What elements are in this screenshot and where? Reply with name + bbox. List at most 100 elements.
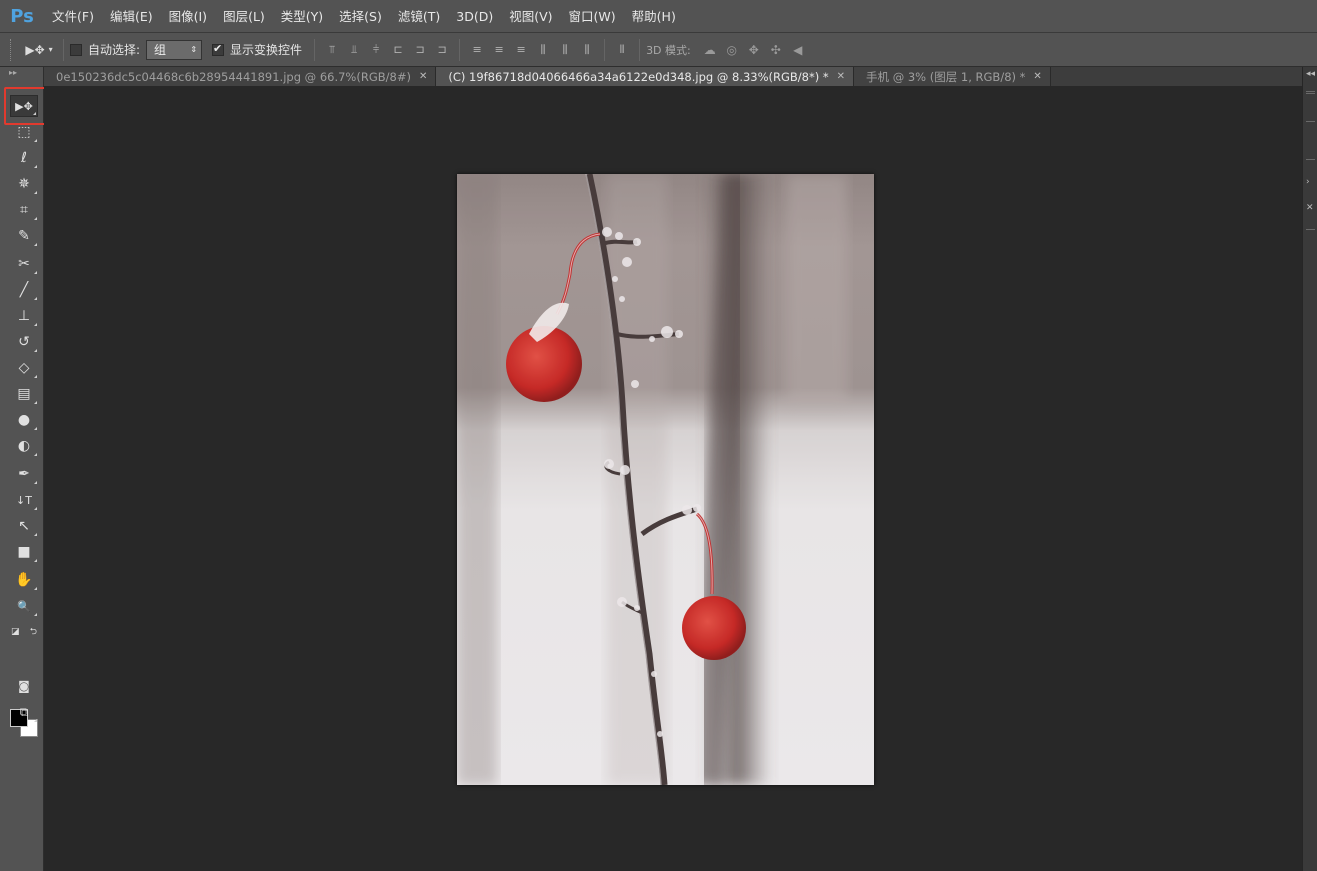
roll-3d-icon[interactable]: ◎ <box>721 39 743 61</box>
crop-tool[interactable]: ⌗ <box>10 199 38 221</box>
eyedropper-tool[interactable]: ✎ <box>10 225 38 247</box>
align-left-edges-icon[interactable]: ⊏ <box>387 39 409 61</box>
menu-item[interactable]: 3D(D) <box>448 0 501 33</box>
toolbox: ▸▸ ▶✥ ⬚ ℓ ✵ ⌗ ✎ ✂ ╱ ⊥ ↺ ◇ ▤ ● ◐ ✒ ↓T ↖ ■ ✋ 🔍 ◪ ⮌ ◙ ⧉ <box>0 67 44 871</box>
align-vertical-centers-icon[interactable]: ⫫ <box>343 39 365 61</box>
photoshop-logo: Ps <box>10 5 34 27</box>
menu-item[interactable]: 帮助(H) <box>624 0 684 33</box>
show-transform-checkbox[interactable]: 显示变换控件 <box>212 41 302 58</box>
pen-tool[interactable]: ✒ <box>10 463 38 485</box>
align-horizontal-centers-icon[interactable]: ⊐ <box>409 39 431 61</box>
close-icon[interactable]: ✕ <box>837 71 845 82</box>
panel-close-icon[interactable]: ✕ <box>1306 203 1314 213</box>
auto-select-label: 自动选择: <box>88 43 141 57</box>
eraser-tool[interactable]: ◇ <box>10 357 38 379</box>
screen-mode-button[interactable]: ⧉ <box>10 701 38 723</box>
path-selection-tool[interactable]: ↖ <box>10 515 38 537</box>
close-icon[interactable]: ✕ <box>419 71 427 82</box>
document-tab[interactable]: (C) 19f86718d04066466a34a6122e0d348.jpg … <box>436 67 855 86</box>
move-tool-icon: ▶✥ <box>25 42 45 57</box>
distribute-left-icon[interactable]: ⫼ <box>532 39 554 61</box>
rotate-3d-icon[interactable]: ☁ <box>699 39 721 61</box>
document-photo-berries[interactable] <box>457 174 874 785</box>
dock-divider <box>1306 229 1315 230</box>
dock-divider <box>1306 121 1315 122</box>
quick-mask-button[interactable]: ◙ <box>10 675 38 697</box>
rectangle-tool-icon: ■ <box>17 544 31 560</box>
close-icon[interactable]: ✕ <box>1033 71 1041 82</box>
separator <box>314 38 316 61</box>
slide-3d-icon[interactable]: ✣ <box>765 39 787 61</box>
auto-select-checkbox[interactable]: 自动选择: <box>70 41 140 58</box>
magic-wand-tool-icon: ✵ <box>18 176 30 192</box>
healing-brush-tool-icon: ✂ <box>18 256 30 272</box>
screen-mode-icon: ⧉ <box>19 704 29 719</box>
tool-preset-picker[interactable]: ▶✥ ▾ <box>21 39 57 61</box>
lasso-tool[interactable]: ℓ <box>10 147 38 169</box>
auto-select-dropdown[interactable]: 组 ⇕ <box>146 39 203 60</box>
auto-align-icon[interactable]: ⫴ <box>611 39 633 61</box>
panel-arrow-icon[interactable]: › <box>1306 177 1310 187</box>
photo-image <box>457 174 874 785</box>
align-right-edges-icon[interactable]: ⊐ <box>431 39 453 61</box>
eraser-tool-icon: ◇ <box>18 360 30 376</box>
right-panel-dock[interactable]: ◂◂ › ✕ <box>1302 67 1317 871</box>
menu-item[interactable]: 图像(I) <box>161 0 215 33</box>
distribute-top-icon[interactable]: ≡ <box>466 39 488 61</box>
options-grip[interactable] <box>10 38 13 61</box>
brush-tool-icon: ╱ <box>19 282 29 298</box>
distribute-vcenter-icon[interactable]: ≡ <box>488 39 510 61</box>
dodge-tool[interactable]: ◐ <box>10 435 38 457</box>
align-bottom-edges-icon[interactable]: ⫩ <box>365 39 387 61</box>
tab-title: (C) 19f86718d04066466a34a6122e0d348.jpg … <box>448 69 829 84</box>
clone-stamp-tool[interactable]: ⊥ <box>10 305 38 327</box>
drag-3d-icon[interactable]: ✥ <box>743 39 765 61</box>
distribute-right-icon[interactable]: ⫼ <box>576 39 598 61</box>
distribute-bottom-icon[interactable]: ≡ <box>510 39 532 61</box>
zoom-tool-icon: 🔍 <box>17 599 31 613</box>
options-bar: ▶✥ ▾ 自动选择: 组 ⇕ 显示变换控件 ⫪⫫⫩⊏⊐⊐ ≡≡≡⫼⫼⫼ ⫴ 3D… <box>0 33 1317 67</box>
healing-brush-tool[interactable]: ✂ <box>10 253 38 275</box>
marquee-tool-icon: ⬚ <box>17 124 31 140</box>
menu-item[interactable]: 滤镜(T) <box>390 0 448 33</box>
clone-stamp-tool-icon: ⊥ <box>17 308 31 324</box>
dock-collapse-icon[interactable]: ◂◂ <box>1306 69 1315 79</box>
dock-grip <box>1306 93 1315 94</box>
pen-tool-icon: ✒ <box>18 466 30 482</box>
menu-item[interactable]: 视图(V) <box>501 0 560 33</box>
menu-item[interactable]: 图层(L) <box>215 0 273 33</box>
chevron-down-icon: ▾ <box>48 45 53 54</box>
brush-tool[interactable]: ╱ <box>10 279 38 301</box>
gradient-tool[interactable]: ▤ <box>10 383 38 405</box>
auto-select-value: 组 <box>154 43 167 57</box>
dock-divider <box>1306 159 1315 160</box>
document-tab[interactable]: 手机 @ 3% (图层 1, RGB/8) * ✕ <box>854 67 1051 86</box>
align-top-edges-icon[interactable]: ⫪ <box>321 39 343 61</box>
menu-item[interactable]: 文件(F) <box>44 0 102 33</box>
menu-item[interactable]: 类型(Y) <box>273 0 331 33</box>
updown-icon: ⇕ <box>190 45 198 54</box>
tab-title: 0e150236dc5c04468c6b28954441891.jpg @ 66… <box>56 69 411 84</box>
menu-item[interactable]: 窗口(W) <box>561 0 624 33</box>
toolbox-collapse-icon[interactable]: ▸▸ <box>0 67 43 79</box>
type-tool-icon: ↓T <box>16 493 32 507</box>
default-colors-icon[interactable]: ◪ <box>11 627 20 637</box>
distribute-hcenter-icon[interactable]: ⫼ <box>554 39 576 61</box>
blur-tool[interactable]: ● <box>10 409 38 431</box>
scale-3d-icon[interactable]: ◀ <box>787 39 809 61</box>
magic-wand-tool[interactable]: ✵ <box>10 173 38 195</box>
document-tab[interactable]: 0e150236dc5c04468c6b28954441891.jpg @ 66… <box>44 67 437 86</box>
menu-item[interactable]: 编辑(E) <box>102 0 161 33</box>
menu-items: 文件(F) 编辑(E) 图像(I) 图层(L) 类型(Y) 选择(S) 滤镜(T) 3D(D)… <box>44 0 684 33</box>
history-brush-tool[interactable]: ↺ <box>10 331 38 353</box>
auto-select-check-icon[interactable] <box>70 43 82 56</box>
show-transform-check-icon[interactable] <box>212 42 225 56</box>
rectangle-tool[interactable]: ■ <box>10 541 38 563</box>
mode3d-group: ☁ ◎ ✥ ✣ ◀ <box>699 39 809 61</box>
hand-tool[interactable]: ✋ <box>10 569 38 591</box>
eyedropper-tool-icon: ✎ <box>18 228 30 244</box>
zoom-tool[interactable]: 🔍 <box>10 595 38 617</box>
swap-colors-icon[interactable]: ⮌ <box>30 624 37 640</box>
menu-item[interactable]: 选择(S) <box>331 0 390 33</box>
type-tool[interactable]: ↓T <box>10 489 38 511</box>
